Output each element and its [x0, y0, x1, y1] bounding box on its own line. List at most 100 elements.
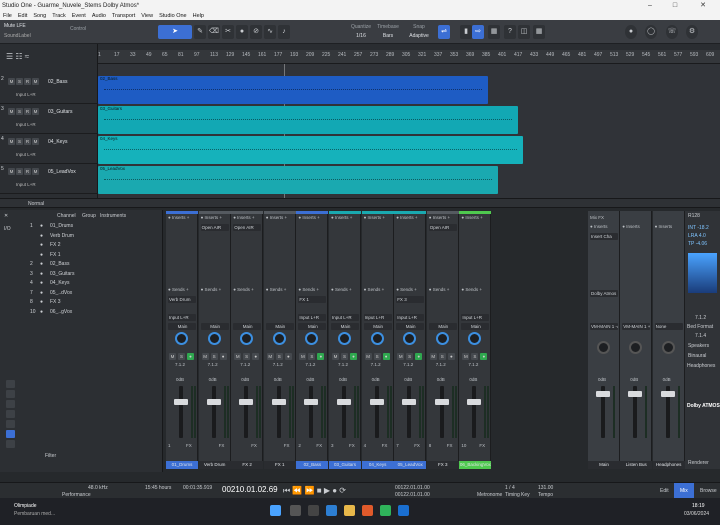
- record-button[interactable]: R: [24, 138, 31, 145]
- solo-button[interactable]: S: [16, 108, 23, 115]
- input-selector[interactable]: Input L+R: [331, 314, 359, 321]
- audio-event[interactable]: 03_Guitars: [98, 106, 518, 134]
- mute-tool-button[interactable]: ⊘: [250, 25, 262, 39]
- channel-name-label[interactable]: 02_Bass: [296, 461, 329, 469]
- solo-button[interactable]: S: [275, 353, 283, 360]
- mute-button[interactable]: M: [462, 353, 470, 360]
- inserts-label[interactable]: ● Inserts +: [266, 215, 287, 220]
- channel-name-label[interactable]: Verb Drum: [198, 461, 231, 469]
- output-selector[interactable]: Main: [428, 323, 457, 330]
- track-header[interactable]: 5 M S R M 05_LeadVox Input L+R: [0, 164, 98, 194]
- follow-button[interactable]: ⇨: [472, 25, 484, 39]
- mute-button[interactable]: M: [266, 353, 274, 360]
- timebase-value[interactable]: Bars: [375, 33, 401, 39]
- bus-name-label[interactable]: Listen Bus: [620, 461, 653, 469]
- track-toolbar[interactable]: ☰ ☷ ≈: [6, 52, 29, 61]
- fader-cap[interactable]: [402, 399, 417, 405]
- pan-knob[interactable]: [435, 332, 449, 345]
- input-selector[interactable]: Input L+R: [298, 314, 327, 321]
- panel-tool-icon[interactable]: [6, 410, 15, 418]
- solo-button[interactable]: S: [373, 353, 381, 360]
- inserts-label[interactable]: ● Inserts +: [364, 215, 385, 220]
- audio-event[interactable]: 05_LeadVox: [98, 166, 498, 194]
- record-button[interactable]: ●: [447, 353, 455, 360]
- mute-button[interactable]: M: [8, 78, 15, 85]
- channel-visible-icon[interactable]: ●: [40, 290, 50, 296]
- arrange-area[interactable]: 02_Bass 03_Guitars 04_Keys 05_LeadVox: [98, 64, 720, 198]
- bus-name-label[interactable]: Headphones: [652, 461, 685, 469]
- channel-visible-icon[interactable]: ●: [40, 252, 50, 258]
- volume-fader[interactable]: [276, 386, 281, 438]
- panel-tool-icon[interactable]: [6, 430, 15, 438]
- solo-button[interactable]: S: [341, 353, 348, 360]
- user-account-icon[interactable]: ●: [625, 25, 637, 39]
- solo-button[interactable]: S: [16, 78, 23, 85]
- fader-cap[interactable]: [660, 391, 675, 397]
- pan-knob[interactable]: [272, 332, 286, 345]
- edit-view-button[interactable]: Edit: [660, 488, 669, 494]
- task-view-icon[interactable]: [308, 505, 319, 516]
- pan-knob[interactable]: [629, 341, 643, 354]
- menu-audio[interactable]: Audio: [89, 13, 109, 19]
- mute-button[interactable]: M: [169, 353, 176, 360]
- mute-button[interactable]: M: [234, 353, 242, 360]
- search-icon[interactable]: [290, 505, 301, 516]
- volume-fader[interactable]: [244, 386, 249, 438]
- output-selector[interactable]: Main: [265, 323, 294, 330]
- bus-name-label[interactable]: Main: [588, 461, 620, 469]
- channel-list-item[interactable]: 2 ● 02_Bass: [30, 261, 69, 270]
- volume-fader[interactable]: [179, 386, 183, 438]
- browse-view-button[interactable]: Browse: [700, 488, 717, 494]
- pan-knob[interactable]: [207, 332, 221, 345]
- pan-knob[interactable]: [175, 332, 188, 345]
- inserts-label[interactable]: ● Inserts +: [429, 215, 450, 220]
- mute-button[interactable]: M: [8, 168, 15, 175]
- pan-knob[interactable]: [338, 332, 351, 345]
- track-header[interactable]: 3 M S R M 03_Guitars Input L+R: [0, 104, 98, 134]
- start-icon[interactable]: [270, 505, 281, 516]
- bars-position[interactable]: 00210.01.02.69: [222, 485, 278, 494]
- mute-button[interactable]: M: [299, 353, 307, 360]
- output-selector[interactable]: Main: [461, 323, 490, 330]
- paint-tool-button[interactable]: ●: [236, 25, 248, 39]
- pan-knob[interactable]: [661, 341, 675, 354]
- autoscroll-button[interactable]: ▮: [460, 25, 472, 39]
- fader-cap[interactable]: [628, 391, 643, 397]
- edge-icon[interactable]: [326, 505, 337, 516]
- record-button[interactable]: R: [24, 168, 31, 175]
- mute-button[interactable]: M: [332, 353, 339, 360]
- solo-button[interactable]: S: [16, 168, 23, 175]
- output-selector[interactable]: Main: [233, 323, 262, 330]
- menu-event[interactable]: Event: [69, 13, 89, 19]
- fx-icon[interactable]: FX: [479, 443, 485, 448]
- channel-list-item[interactable]: 8 ● FX 3: [30, 299, 61, 308]
- volume-fader[interactable]: [309, 386, 314, 438]
- menu-edit[interactable]: Edit: [15, 13, 30, 19]
- record-button[interactable]: ●: [317, 353, 325, 360]
- solo-button[interactable]: S: [16, 138, 23, 145]
- pan-knob[interactable]: [597, 341, 610, 354]
- fader-cap[interactable]: [434, 399, 449, 405]
- fader-cap[interactable]: [337, 399, 351, 405]
- fx-icon[interactable]: FX: [284, 443, 290, 448]
- record-button[interactable]: ●: [284, 353, 292, 360]
- channel-name-label[interactable]: 01_Drums: [166, 461, 198, 469]
- volume-fader[interactable]: [211, 386, 216, 438]
- pencil-tool-button[interactable]: ✎: [194, 25, 206, 39]
- channel-list-item[interactable]: ● Verb Drum: [30, 233, 74, 242]
- channel-name-label[interactable]: FX 1: [263, 461, 296, 469]
- solo-button[interactable]: S: [406, 353, 414, 360]
- track-name[interactable]: 03_Guitars: [48, 109, 72, 115]
- inserts-label[interactable]: ● Inserts +: [233, 215, 254, 220]
- sends-label[interactable]: ● Sends +: [331, 287, 352, 292]
- mix-fx-label[interactable]: Mix FX: [590, 215, 604, 220]
- tempo-value[interactable]: 131.00: [538, 485, 553, 491]
- send-slot[interactable]: FX 3: [396, 296, 425, 303]
- channel-visible-icon[interactable]: ●: [40, 309, 50, 315]
- arrow-tool-button[interactable]: ➤: [158, 25, 192, 39]
- track-input[interactable]: Input L+R: [16, 152, 36, 157]
- filter-label[interactable]: Filter: [45, 453, 56, 459]
- fader-cap[interactable]: [271, 399, 286, 405]
- input-selector[interactable]: Input L+R: [363, 314, 392, 321]
- solo-button[interactable]: S: [308, 353, 316, 360]
